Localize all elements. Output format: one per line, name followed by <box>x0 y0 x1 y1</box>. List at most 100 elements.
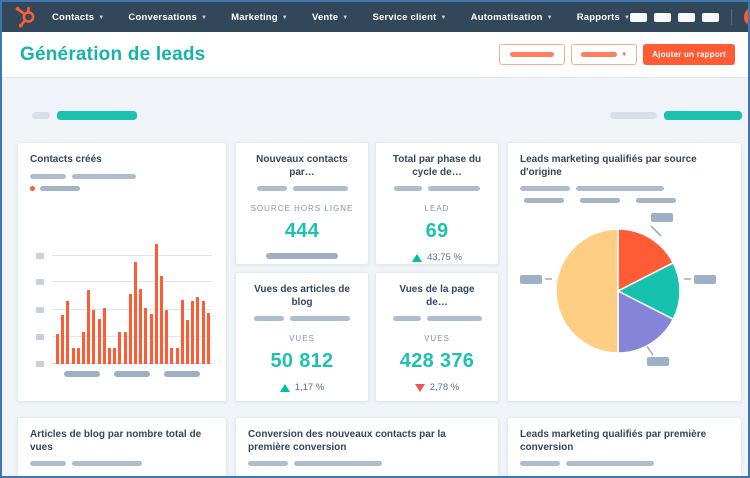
bar[interactable] <box>206 312 210 364</box>
nav-item-label: Contacts <box>52 11 95 23</box>
bar[interactable] <box>180 300 184 364</box>
card-title: Conversion des nouveaux contacts par la … <box>248 429 446 453</box>
metric-value: 444 <box>284 220 320 242</box>
bar[interactable] <box>76 348 80 364</box>
bar[interactable] <box>165 310 169 364</box>
pie-chart <box>520 213 716 366</box>
nav-item-conversations[interactable]: Conversations ▼ <box>128 12 207 23</box>
chevron-down-icon: ▼ <box>621 51 628 58</box>
x-axis-labels <box>52 370 212 377</box>
card-title: Articles de blog par nombre total de vue… <box>30 429 202 453</box>
nav-item-vente[interactable]: Vente ▼ <box>312 12 349 23</box>
bar[interactable] <box>102 307 106 364</box>
add-report-button[interactable]: Ajouter un rapport <box>643 44 735 65</box>
header-dropdown-button[interactable]: ▼ <box>571 44 638 65</box>
nav-item-rapports[interactable]: Rapports ▼ <box>577 12 630 23</box>
button-label-placeholder <box>510 52 555 57</box>
bar[interactable] <box>134 261 138 364</box>
chevron-down-icon: ▼ <box>200 15 208 21</box>
card-leads-conversion: Leads marketing qualifiés par première c… <box>507 417 742 476</box>
nav-item-contacts[interactable]: Contacts ▼ <box>52 12 104 23</box>
metric-value: 428 376 <box>399 350 475 372</box>
chevron-down-icon: ▼ <box>281 15 288 21</box>
bar[interactable] <box>149 313 153 364</box>
x-axis-label-placeholder <box>114 370 150 377</box>
card-title: Contacts créés <box>30 154 102 165</box>
bar[interactable] <box>196 297 200 364</box>
nav-item-service-client[interactable]: Service client ▼ <box>372 12 446 23</box>
card-title: Nouveaux contacts par… <box>256 154 348 178</box>
bar[interactable] <box>108 348 112 364</box>
bar[interactable] <box>175 348 179 364</box>
bar[interactable] <box>186 320 190 364</box>
legend-item <box>520 198 564 203</box>
bar[interactable] <box>66 301 70 364</box>
main-menu: Contacts ▼ Conversations ▼ Marketing ▼ Vent… <box>52 12 630 23</box>
nav-item-automatisation[interactable]: Automatisation ▼ <box>471 12 553 23</box>
card-vues-blog: Vues des articles de blog VUES 50 812 1,… <box>235 272 369 402</box>
card-total-phase: Total par phase du cycle de… LEAD 69 43,… <box>375 142 499 265</box>
hubspot-logo-icon[interactable] <box>14 6 38 28</box>
pie-slice[interactable] <box>555 228 619 354</box>
bar[interactable] <box>139 288 143 364</box>
card-subtitle-placeholder <box>520 461 729 466</box>
metric-label: VUES <box>289 334 315 343</box>
pie-label-placeholder <box>651 213 673 222</box>
bar[interactable] <box>118 331 122 364</box>
bar[interactable] <box>92 310 96 364</box>
nav-item-marketing[interactable]: Marketing ▼ <box>231 12 288 23</box>
bar[interactable] <box>97 319 101 364</box>
navbar-tool-icon[interactable] <box>654 12 672 22</box>
bar[interactable] <box>160 275 164 364</box>
bar[interactable] <box>191 301 195 364</box>
dashboard-filter-chip[interactable] <box>57 111 137 120</box>
trend-up-icon <box>412 253 423 262</box>
card-title: Vues des articles de blog <box>254 284 350 308</box>
dashboard-filter-chip[interactable] <box>664 111 742 120</box>
metric-delta: 43,75 % <box>388 252 486 263</box>
chevron-down-icon: ▼ <box>98 15 105 21</box>
metric-label: LEAD <box>424 204 450 213</box>
divider <box>731 9 733 25</box>
top-navbar: Contacts ▼ Conversations ▼ Marketing ▼ Vent… <box>2 2 748 32</box>
page-header: Génération de leads ▼ Ajouter un rapport <box>2 32 748 78</box>
user-avatar[interactable] <box>744 7 748 27</box>
bar[interactable] <box>144 307 148 364</box>
legend-label-placeholder <box>40 185 80 191</box>
bar[interactable] <box>61 315 65 364</box>
metric-label: VUES <box>424 334 450 343</box>
button-label-placeholder <box>581 52 618 57</box>
legend-item <box>576 198 620 203</box>
trend-down-icon <box>414 383 425 392</box>
card-title: Leads marketing qualifiés par première c… <box>520 429 707 453</box>
legend-item <box>632 198 676 203</box>
bar[interactable] <box>71 348 75 364</box>
bar[interactable] <box>201 301 205 364</box>
nav-item-label: Automatisation <box>470 11 543 23</box>
navbar-tool-icon[interactable] <box>678 12 696 22</box>
bar[interactable] <box>123 331 127 364</box>
bar[interactable] <box>170 348 174 364</box>
metric-value: 69 <box>425 220 449 242</box>
nav-item-label: Marketing <box>231 11 278 23</box>
bar[interactable] <box>87 289 91 364</box>
navbar-tool-icon[interactable] <box>630 12 648 22</box>
metric-value: 50 812 <box>270 350 334 372</box>
header-action-button[interactable] <box>499 44 566 65</box>
bar[interactable] <box>113 348 117 364</box>
bar[interactable] <box>82 331 86 364</box>
card-subtitle-placeholder <box>248 316 356 321</box>
bar[interactable] <box>154 244 158 364</box>
card-subtitle-placeholder <box>30 461 214 466</box>
filter-label-placeholder <box>610 112 657 119</box>
header-actions: ▼ Ajouter un rapport <box>499 44 735 65</box>
pie-label-tick <box>650 225 662 237</box>
card-title: Total par phase du cycle de… <box>392 154 482 178</box>
bar[interactable] <box>56 334 59 364</box>
bar[interactable] <box>128 293 132 364</box>
card-subtitle-placeholder <box>248 186 356 191</box>
chevron-down-icon: ▼ <box>342 15 349 21</box>
metric-delta: 1,17 % <box>248 382 356 393</box>
card-subtitle-placeholder <box>248 461 486 466</box>
navbar-tool-icon[interactable] <box>702 12 720 22</box>
